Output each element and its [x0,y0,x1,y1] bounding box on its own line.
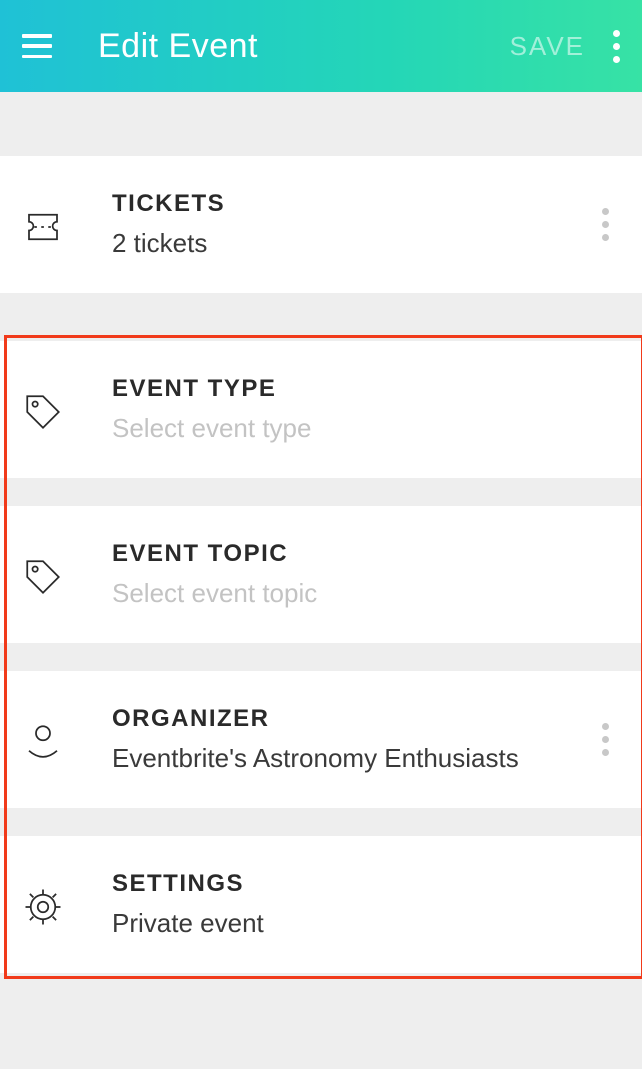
app-header: Edit Event SAVE [0,0,642,92]
app-root: Edit Event SAVE TICKETS 2 tickets [0,0,642,1069]
organizer-value: Eventbrite's Astronomy Enthusiasts [112,743,590,774]
spacer [0,92,642,156]
event-type-value: Select event type [112,413,590,444]
tag-icon [22,556,64,598]
event-topic-label: EVENT TOPIC [112,540,590,568]
page-title: Edit Event [98,27,510,66]
tag-icon [22,391,64,433]
settings-value: Private event [112,908,590,939]
menu-icon[interactable] [22,34,52,58]
event-type-row[interactable]: EVENT TYPE Select event type [0,341,642,478]
spacer [0,478,642,506]
spacer [0,293,642,341]
tickets-label: TICKETS [112,190,590,218]
tickets-value: 2 tickets [112,228,590,259]
settings-row[interactable]: SETTINGS Private event [0,836,642,973]
tickets-more-icon[interactable] [602,208,609,241]
organizer-label: ORGANIZER [112,705,590,733]
gear-icon [22,886,64,928]
ticket-icon [22,206,64,248]
person-icon [22,721,64,763]
settings-label: SETTINGS [112,870,590,898]
event-topic-value: Select event topic [112,578,590,609]
event-topic-row[interactable]: EVENT TOPIC Select event topic [0,506,642,643]
organizer-row[interactable]: ORGANIZER Eventbrite's Astronomy Enthusi… [0,671,642,808]
more-options-icon[interactable] [613,30,620,63]
event-type-label: EVENT TYPE [112,375,590,403]
spacer [0,643,642,671]
spacer [0,808,642,836]
organizer-more-icon[interactable] [602,723,609,756]
tickets-row[interactable]: TICKETS 2 tickets [0,156,642,293]
highlighted-section: EVENT TYPE Select event type EVENT TOPIC… [0,341,642,973]
save-button[interactable]: SAVE [510,31,585,62]
